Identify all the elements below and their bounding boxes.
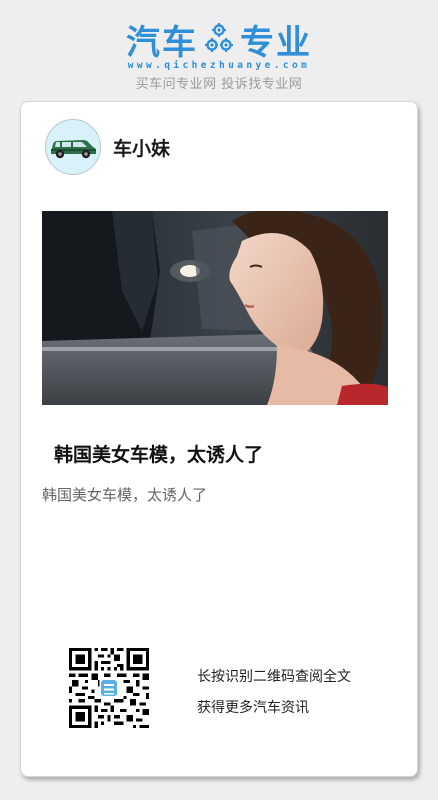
qr-caption-line2: 获得更多汽车资讯 <box>197 700 309 716</box>
gear-cluster-icon <box>204 22 234 56</box>
green-car-icon <box>51 140 96 159</box>
avatar <box>45 119 101 175</box>
qr-caption-line1: 长按识别二维码查阅全文 <box>197 669 351 685</box>
logo-text-right: 专业 <box>240 22 312 63</box>
author-row: 车小妹 <box>45 119 170 175</box>
qr-caption: 长按识别二维码查阅全文 获得更多汽车资讯 <box>197 662 351 724</box>
qr-code-icon[interactable] <box>69 648 149 728</box>
site-url: www.qichezhuanye.com <box>127 60 311 71</box>
article-title[interactable]: 韩国美女车模，太诱人了 <box>54 440 263 467</box>
article-hero-image[interactable] <box>42 211 388 405</box>
site-logo: 汽车 专业 www.qichezhuanye.com 买车问专业网 投诉找专业网 <box>0 18 438 93</box>
author-name: 车小妹 <box>113 137 171 160</box>
site-slogan: 买车问专业网 投诉找专业网 <box>135 77 303 92</box>
logo-text-left: 汽车 <box>126 22 198 63</box>
article-summary: 韩国美女车模，太诱人了 <box>42 486 208 504</box>
logo-row: 汽车 专业 <box>0 18 438 63</box>
article-card: 车小妹 韩国美女车模，太诱人了 韩国美女车模，太诱人了 长按识别二维码查阅全文 … <box>20 101 418 777</box>
